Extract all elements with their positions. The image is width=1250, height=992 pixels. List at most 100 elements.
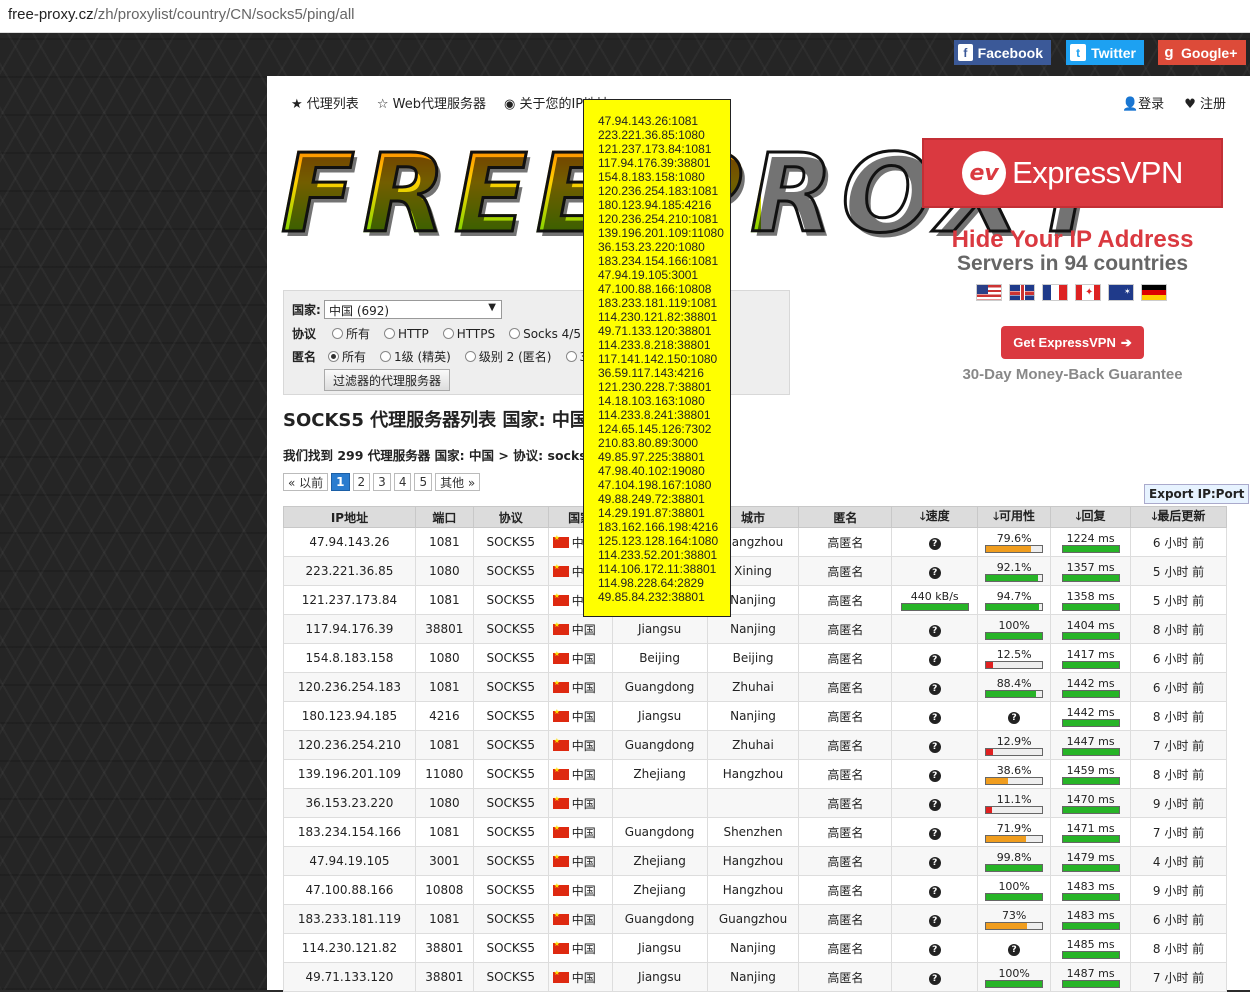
cell-speed: ? [891, 759, 979, 789]
get-expressvpn-button[interactable]: Get ExpressVPN ➔ [1001, 326, 1144, 359]
proxy-table-body: 47.94.143.261081SOCKS5中国Hangzhou高匿名?79.6… [283, 527, 1227, 992]
col-port[interactable]: 端口 [414, 506, 474, 528]
anon-option-elite[interactable]: 1级 (精英) [380, 348, 451, 365]
tooltip-ip-port: 124.65.145.126:7302 [598, 422, 712, 436]
page-title: SOCKS5 代理服务器列表 国家: 中国 ( [283, 410, 603, 431]
cell-ip[interactable]: 47.94.143.26 [283, 527, 416, 557]
register-link[interactable]: ♥ 注册 [1184, 93, 1226, 112]
uptime-meter: 71.9% [985, 822, 1044, 843]
col-last-update[interactable]: 🡓最后更新 [1130, 506, 1227, 528]
response-bar [1061, 864, 1120, 872]
uptime-label: 100% [998, 880, 1030, 893]
pagination-prev[interactable]: « 以前 [283, 473, 329, 491]
response-meter: 1224 ms [1061, 532, 1120, 553]
col-speed[interactable]: 🡓速度 [891, 506, 979, 528]
protocol-option-all[interactable]: 所有 [332, 325, 370, 342]
address-bar[interactable]: free-proxy.cz/zh/proxylist/country/CN/so… [0, 0, 1250, 33]
unknown-icon: ? [1008, 711, 1021, 724]
country-select[interactable]: 中国 (692) ▼ [324, 300, 502, 319]
response-bar-fill [1062, 865, 1119, 871]
tooltip-ip-port: 47.104.198.167:1080 [598, 478, 712, 492]
cell-ip[interactable]: 120.236.254.183 [283, 672, 416, 702]
uptime-bar-fill [986, 836, 1027, 842]
eye-icon: ◉ [503, 97, 516, 112]
country-name: 中国 [571, 738, 596, 753]
twitter-button[interactable]: t Twitter [1066, 40, 1144, 65]
protocol-option-http[interactable]: HTTP [384, 327, 429, 341]
speed-meter: 440 kB/s [900, 590, 969, 611]
cell-ip[interactable]: 183.233.181.119 [283, 904, 416, 934]
response-meter: 1485 ms [1061, 938, 1120, 959]
uptime-bar-fill [986, 575, 1038, 581]
col-response[interactable]: 🡓回复 [1050, 506, 1132, 528]
login-link[interactable]: 👤登录 [1122, 93, 1164, 112]
pagination-more[interactable]: 其他 » [435, 473, 481, 491]
cell-ip[interactable]: 117.94.176.39 [283, 614, 416, 644]
tooltip-ip-port: 47.100.88.166:10808 [598, 282, 712, 296]
cell-region: Guangdong [611, 730, 708, 760]
tooltip-ip-port: 120.236.254.183:1081 [598, 184, 719, 198]
cell-protocol: SOCKS5 [472, 817, 549, 847]
ad-banner[interactable]: ev ExpressVPN [922, 138, 1223, 208]
col-protocol[interactable]: 协议 [472, 506, 549, 528]
cell-ip[interactable]: 180.123.94.185 [283, 701, 416, 731]
uptime-bar-fill [986, 981, 1043, 987]
cell-anonymity: 高匿名 [798, 962, 893, 992]
response-bar-fill [1062, 894, 1119, 900]
pagination-page-3[interactable]: 3 [373, 473, 391, 491]
anon-option-all[interactable]: 所有 [328, 348, 366, 365]
country-name: 中国 [571, 651, 596, 666]
col-ip[interactable]: IP地址 [283, 506, 416, 528]
us-flag-icon [976, 284, 1002, 301]
cell-ip[interactable]: 36.153.23.220 [283, 788, 416, 818]
cell-port: 1080 [414, 556, 474, 586]
cell-ip[interactable]: 49.71.133.120 [283, 962, 416, 992]
cell-speed: ? [891, 527, 979, 557]
response-label: 1487 ms [1066, 967, 1115, 980]
response-label: 1358 ms [1066, 590, 1115, 603]
col-anonymity[interactable]: 匿名 [798, 506, 893, 528]
cell-ip[interactable]: 183.234.154.166 [283, 817, 416, 847]
response-bar [1061, 951, 1120, 959]
cell-ip[interactable]: 47.100.88.166 [283, 875, 416, 905]
google-plus-button[interactable]: g Google+ [1158, 40, 1246, 65]
uptime-label: 100% [998, 967, 1030, 980]
nav-web-proxy[interactable]: ☆ Web代理服务器 [377, 93, 486, 112]
cell-protocol: SOCKS5 [472, 730, 549, 760]
uptime-bar [985, 893, 1044, 901]
cell-ip[interactable]: 121.237.173.84 [283, 585, 416, 615]
china-flag-icon [552, 940, 569, 954]
pagination-page-2[interactable]: 2 [352, 473, 371, 491]
cell-ip[interactable]: 223.221.36.85 [283, 556, 416, 586]
cell-region: Jiangsu [611, 962, 708, 992]
cell-city: Hangzhou [706, 759, 800, 789]
table-row: 49.71.133.12038801SOCKS5 中国 JiangsuNanjing… [283, 962, 1227, 992]
facebook-button[interactable]: f Facebook [954, 40, 1051, 65]
cell-ip[interactable]: 139.196.201.109 [283, 759, 416, 789]
anon-option-anonymous[interactable]: 级别 2 (匿名) [464, 348, 552, 365]
uptime-meter: 12.5% [985, 648, 1044, 669]
country-select-value: 中国 (692) [329, 304, 390, 318]
tooltip-ip-port: 183.234.154.166:1081 [598, 254, 719, 268]
protocol-option-socks45[interactable]: Socks 4/5 [509, 327, 581, 341]
export-ip-port-button[interactable]: Export IP:Port [1144, 484, 1250, 504]
pagination-page-4[interactable]: 4 [393, 473, 412, 491]
cell-ip[interactable]: 47.94.19.105 [283, 846, 416, 876]
pagination-page-1[interactable]: 1 [331, 473, 350, 491]
anon-option-label: 1级 (精英) [394, 350, 451, 364]
facebook-icon: f [958, 44, 973, 61]
country-name: 中国 [571, 680, 596, 695]
cell-ip[interactable]: 154.8.183.158 [283, 643, 416, 673]
col-uptime[interactable]: 🡓可用性 [977, 506, 1052, 528]
protocol-option-https[interactable]: HTTPS [442, 327, 495, 341]
cell-ip[interactable]: 120.236.254.210 [283, 730, 416, 760]
expressvpn-ad[interactable]: ev ExpressVPN Hide Your IP Address Serve… [922, 138, 1224, 438]
pagination-page-5[interactable]: 5 [414, 473, 433, 491]
nav-proxy-list[interactable]: ★ 代理列表 [291, 93, 359, 112]
filter-submit-button[interactable]: 过滤器的代理服务器 [324, 369, 451, 391]
tooltip-ip-port: 183.233.181.119:1081 [598, 296, 718, 310]
cell-ip[interactable]: 114.230.121.82 [283, 933, 416, 963]
url-text[interactable]: free-proxy.cz/zh/proxylist/country/CN/so… [8, 6, 355, 23]
tooltip-ip-port: 114.106.172.11:38801 [598, 562, 717, 576]
uptime-label: 12.5% [996, 648, 1032, 661]
